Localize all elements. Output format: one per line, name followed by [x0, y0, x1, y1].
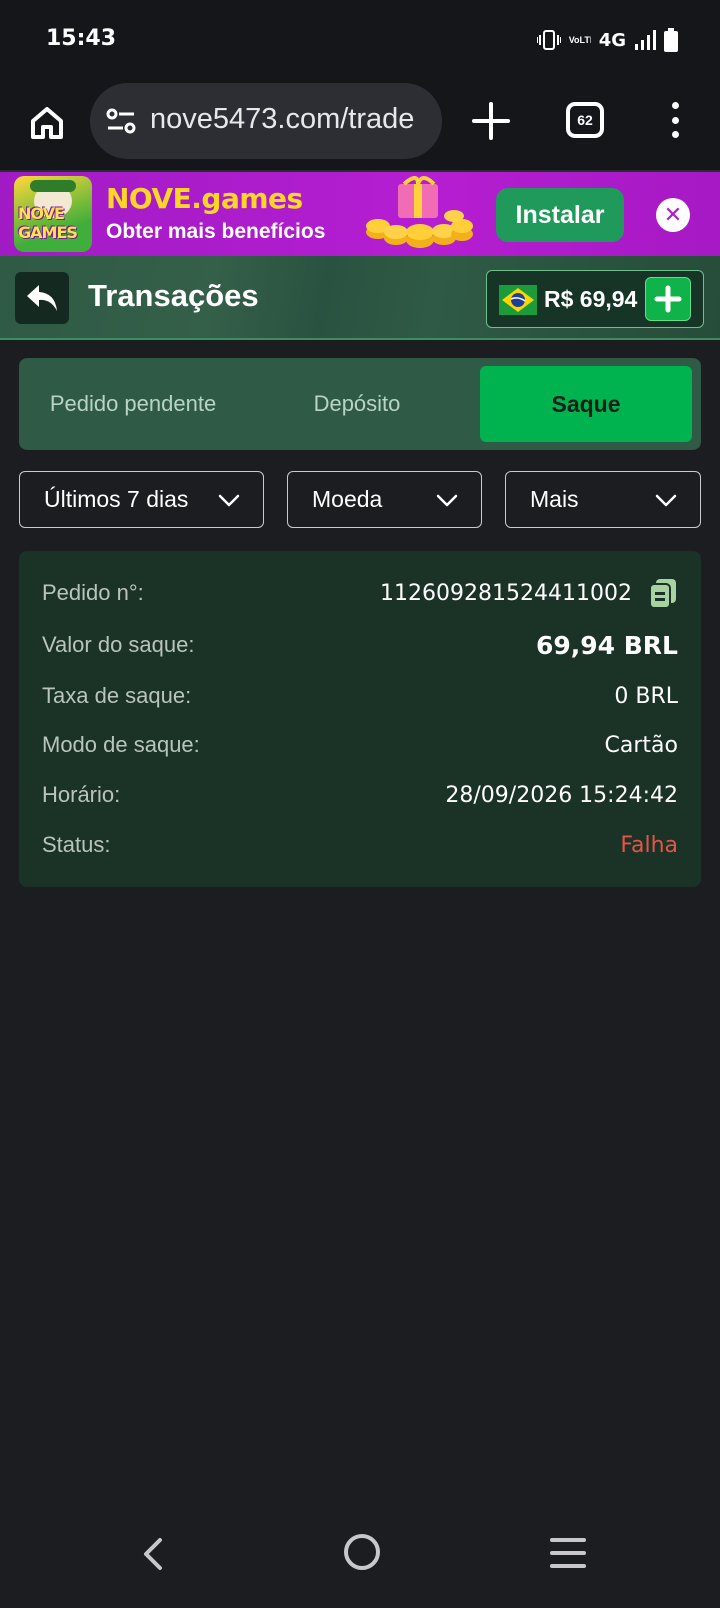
- order-number-label: Pedido n°:: [42, 580, 144, 605]
- address-bar[interactable]: nove5473.com/trade: [90, 83, 442, 159]
- install-button[interactable]: Instalar: [496, 188, 624, 242]
- time-row: Horário: 28/09/2026 15:24:42: [42, 777, 678, 813]
- more-filter-label: Mais: [530, 486, 579, 512]
- page-title: Transações: [88, 278, 259, 313]
- more-filter-dropdown[interactable]: Mais: [505, 471, 701, 528]
- home-icon: [31, 107, 63, 139]
- gift-coins-icon: [366, 176, 473, 248]
- order-number-value-group: 112609281524411002: [380, 577, 678, 609]
- brazil-flag-icon: [499, 285, 537, 315]
- promo-subtitle: Obter mais benefícios: [106, 220, 326, 243]
- browser-toolbar: nove5473.com/trade 62: [0, 80, 720, 172]
- order-number-row: Pedido n°: 112609281524411002: [42, 575, 678, 611]
- volte-icon: VoLTE: [568, 35, 591, 45]
- close-icon: ✕: [663, 202, 683, 227]
- nav-back-icon[interactable]: [138, 1536, 168, 1572]
- chevron-down-icon: [436, 494, 458, 507]
- more-vert-icon[interactable]: [660, 100, 690, 140]
- signal-icon: [635, 30, 656, 50]
- deposit-add-button[interactable]: [645, 277, 691, 321]
- back-button[interactable]: [15, 272, 69, 324]
- withdraw-mode-row: Modo de saque: Cartão: [42, 727, 678, 763]
- time-label: Horário:: [42, 782, 121, 807]
- transaction-tabs: Pedido pendente Depósito Saque: [19, 358, 701, 450]
- url-text[interactable]: nove5473.com/trade: [150, 103, 414, 136]
- status-label: Status:: [42, 832, 111, 857]
- chevron-down-icon: [218, 494, 240, 507]
- withdraw-amount-value: 69,94 BRL: [535, 630, 678, 660]
- page-header: Transações R$ 69,94: [0, 256, 720, 340]
- chevron-down-icon: [655, 494, 677, 507]
- tab-deposit[interactable]: Depósito: [257, 366, 457, 442]
- currency-filter-dropdown[interactable]: Moeda: [287, 471, 482, 528]
- status-icons: VoLTE 4G: [536, 28, 678, 52]
- tab-count: 62: [577, 112, 593, 128]
- close-banner-button[interactable]: ✕: [656, 198, 690, 232]
- promo-title: NOVE.games: [106, 182, 303, 215]
- plus-icon: [654, 285, 682, 313]
- new-tab-button[interactable]: [468, 98, 514, 144]
- period-filter-label: Últimos 7 dias: [44, 486, 189, 512]
- vibrate-icon: [536, 30, 561, 50]
- status-row: Status: Falha: [42, 827, 678, 863]
- period-filter-dropdown[interactable]: Últimos 7 dias: [19, 471, 264, 528]
- nav-home-icon[interactable]: [344, 1534, 380, 1570]
- site-settings-icon[interactable]: [106, 107, 136, 135]
- time-value: 28/09/2026 15:24:42: [445, 782, 678, 808]
- install-promo-banner: NOVE GAMES NOVE.games Obter mais benefíc…: [0, 172, 720, 256]
- withdraw-fee-value: 0 BRL: [614, 683, 678, 709]
- tab-pending-orders[interactable]: Pedido pendente: [19, 366, 247, 442]
- currency-filter-label: Moeda: [312, 486, 383, 512]
- tab-switcher-button[interactable]: 62: [566, 102, 604, 138]
- battery-icon: [664, 28, 678, 52]
- withdraw-amount-row: Valor do saque: 69,94 BRL: [42, 627, 678, 663]
- status-badge: Falha: [620, 832, 678, 858]
- withdraw-amount-label: Valor do saque:: [42, 632, 195, 657]
- balance-amount: R$ 69,94: [544, 286, 638, 312]
- withdraw-fee-row: Taxa de saque: 0 BRL: [42, 678, 678, 714]
- system-navigation-bar: [0, 1520, 720, 1608]
- tab-withdraw[interactable]: Saque: [480, 366, 692, 442]
- transaction-card: Pedido n°: 112609281524411002 Valor do s…: [19, 551, 701, 887]
- copy-icon[interactable]: [648, 577, 678, 609]
- status-time: 15:43: [46, 26, 117, 51]
- app-logo: NOVE GAMES: [14, 176, 92, 252]
- withdraw-mode-label: Modo de saque:: [42, 732, 200, 757]
- network-type: 4G: [598, 29, 626, 51]
- nav-recents-icon[interactable]: [550, 1538, 586, 1568]
- browser-home-button[interactable]: [24, 100, 70, 146]
- withdraw-mode-value: Cartão: [604, 732, 678, 758]
- balance-display: R$ 69,94: [486, 270, 704, 328]
- back-arrow-icon: [27, 285, 57, 311]
- status-bar: 15:43 VoLTE 4G: [0, 0, 720, 80]
- order-number-value: 112609281524411002: [380, 580, 632, 606]
- withdraw-fee-label: Taxa de saque:: [42, 683, 192, 708]
